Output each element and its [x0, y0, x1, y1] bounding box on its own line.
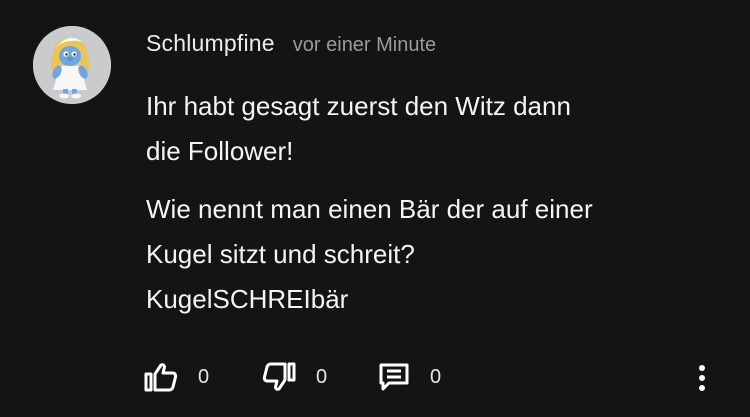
reply-count: 0: [430, 365, 442, 388]
smurfette-avatar-image: [33, 26, 111, 104]
thumbs-down-icon: [262, 362, 296, 392]
author-avatar[interactable]: [33, 26, 111, 104]
more-vertical-icon: [690, 365, 714, 398]
comment-text-paragraph: Wie nennt man einen Bär der auf einer Ku…: [146, 194, 593, 314]
like-button[interactable]: 0: [144, 362, 262, 392]
comment-icon: [378, 362, 410, 392]
dislike-count: 0: [316, 365, 328, 388]
more-options-button[interactable]: [690, 362, 714, 394]
comment-actions: 0 0 0: [144, 360, 441, 394]
author-name[interactable]: Schlumpfine: [146, 30, 275, 57]
comment-header: Schlumpfine vor einer Minute: [146, 30, 726, 64]
dislike-button[interactable]: 0: [262, 362, 378, 392]
comment-body: Schlumpfine vor einer Minute Ihr habt ge…: [146, 30, 726, 322]
reply-button[interactable]: 0: [378, 362, 441, 392]
comment-timestamp: vor einer Minute: [292, 34, 437, 56]
comment-text-paragraph: Ihr habt gesagt zuerst den Witz dann die…: [146, 91, 571, 166]
like-count: 0: [198, 365, 210, 388]
thumbs-up-icon: [144, 362, 178, 392]
